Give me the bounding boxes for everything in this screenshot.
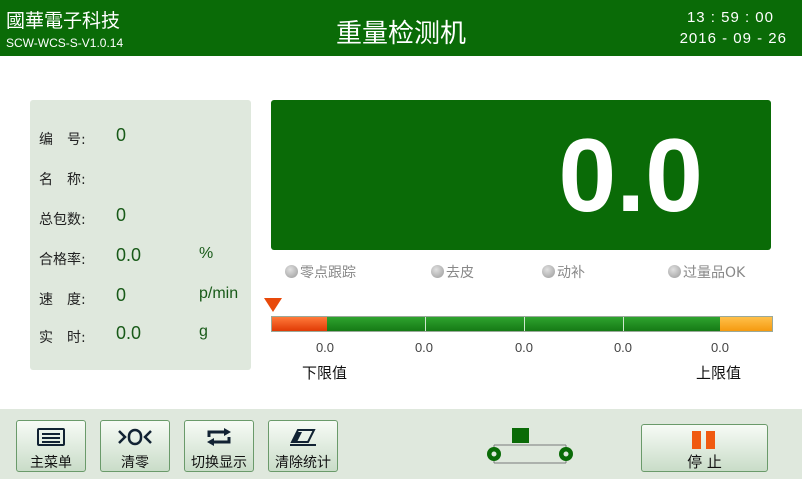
pause-icon (692, 431, 716, 449)
weight-value: 0.0 (558, 118, 703, 234)
under-limit-segment (272, 317, 327, 331)
clear-stats-label: 清除统计 (275, 455, 331, 471)
info-row-name: 名 称: (30, 164, 251, 190)
weight-range-bar (271, 316, 773, 332)
info-label: 实 时: (39, 330, 86, 346)
info-label: 合格率: (39, 252, 86, 268)
indicator-label: 去皮 (446, 265, 474, 281)
status-led-icon (542, 265, 555, 278)
scale-value: 0.0 (514, 340, 534, 355)
main-menu-button[interactable]: 主菜单 (16, 420, 86, 472)
lower-limit-label: 下限值 (302, 364, 348, 382)
info-label: 编 号: (39, 132, 86, 148)
weight-pointer-icon (264, 298, 282, 312)
info-unit: g (199, 323, 208, 340)
switch-display-label: 切换显示 (191, 455, 247, 471)
over-limit-segment (720, 317, 772, 331)
menu-list-icon (17, 427, 85, 447)
info-value: 0.0 (116, 323, 142, 343)
info-row-total: 总包数: 0 (30, 204, 251, 230)
info-value: 0 (116, 125, 127, 145)
bar-tick (425, 317, 426, 331)
scale-value: 0.0 (315, 340, 335, 355)
info-row-realtime: 实 时: 0.0 g (30, 322, 251, 348)
scale-value: 0.0 (613, 340, 633, 355)
clock-time: 13 : 59 : 00 (686, 9, 774, 26)
indicator-label: 动补 (557, 265, 585, 281)
indicator-label: 过量品OK (683, 265, 746, 281)
conveyor-status-icon (487, 428, 573, 464)
info-value: 0 (116, 205, 127, 225)
info-panel: 编 号: 0 名 称: 总包数: 0 合格率: 0.0 % 速 度: 0 p/m… (30, 100, 251, 370)
zero-button[interactable]: 清零 (100, 420, 170, 472)
bar-tick (524, 317, 525, 331)
zero-label: 清零 (121, 455, 149, 471)
zero-icon (101, 427, 169, 447)
info-label: 名 称: (39, 172, 86, 188)
stop-button[interactable]: 停 止 (641, 424, 768, 472)
info-unit: p/min (199, 285, 239, 302)
switch-display-button[interactable]: 切换显示 (184, 420, 254, 472)
info-label: 总包数: (39, 212, 86, 228)
info-unit: % (199, 245, 214, 262)
info-row-pass-rate: 合格率: 0.0 % (30, 244, 251, 270)
info-row-id: 编 号: 0 (30, 124, 251, 150)
refresh-arrows-icon (185, 427, 253, 447)
status-led-icon (668, 265, 681, 278)
footer-toolbar: 主菜单 清零 切换显示 清除统计 停 止 (0, 409, 802, 479)
status-led-icon (431, 265, 444, 278)
stop-label: 停 止 (687, 453, 722, 471)
info-label: 速 度: (39, 292, 86, 308)
header-bar: 國華電子科技 SCW-WCS-S-V1.0.14 重量检测机 13 : 59 :… (0, 0, 802, 56)
upper-limit-label: 上限值 (696, 364, 742, 382)
clear-stats-button[interactable]: 清除统计 (268, 420, 338, 472)
bar-tick (623, 317, 624, 331)
scale-value: 0.0 (414, 340, 434, 355)
weight-display: 0.0 (271, 100, 771, 250)
eraser-icon (269, 427, 337, 447)
clock-date: 2016 - 09 - 26 (679, 30, 787, 47)
main-menu-label: 主菜单 (30, 455, 72, 471)
status-led-icon (285, 265, 298, 278)
info-value: 0 (116, 285, 127, 305)
scale-value: 0.0 (710, 340, 730, 355)
info-row-speed: 速 度: 0 p/min (30, 284, 251, 310)
indicator-label: 零点跟踪 (300, 265, 356, 281)
info-value: 0.0 (116, 245, 142, 265)
